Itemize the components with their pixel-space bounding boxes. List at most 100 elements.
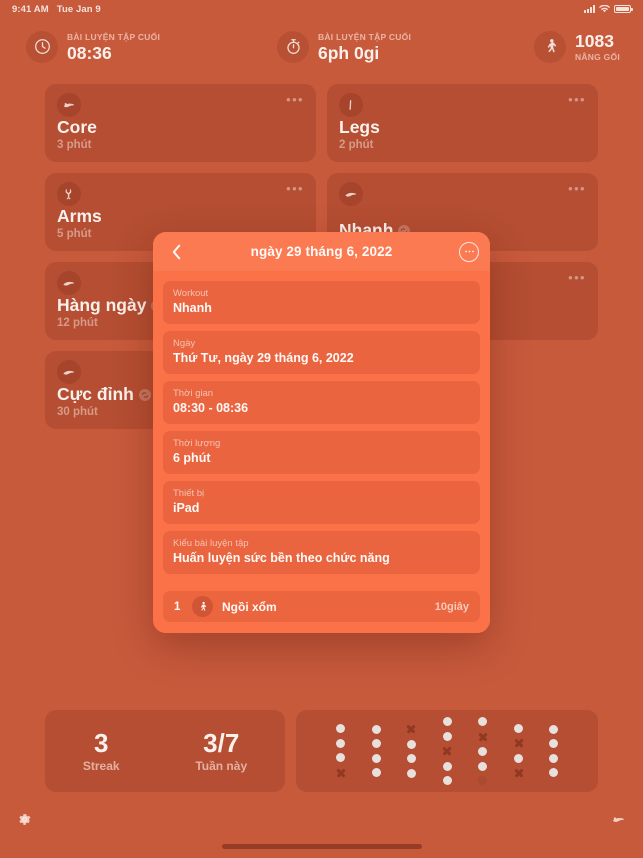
card-title-text: Legs [339, 117, 380, 137]
modal-field-label: Thời gian [173, 388, 214, 399]
activity-grid-column [478, 717, 488, 785]
activity-miss-icon [336, 768, 346, 778]
card-title: Legs [339, 117, 586, 138]
signal-bars-icon [584, 5, 595, 13]
clock-icon [26, 30, 58, 63]
modal-field[interactable]: Ngày Thứ Tư, ngày 29 tháng 6, 2022 [163, 331, 480, 374]
modal-field-value: Thứ Tư, ngày 29 tháng 6, 2022 [173, 351, 354, 365]
activity-grid-column [406, 724, 416, 778]
card-title: Core [57, 117, 304, 138]
activity-dot [549, 753, 559, 763]
activity-miss-icon [514, 738, 524, 748]
card-more-button[interactable]: ••• [568, 93, 586, 106]
activity-grid-column [371, 724, 381, 778]
card-top: ••• [339, 182, 586, 206]
modal-field[interactable]: Workout Nhanh [163, 281, 480, 324]
activity-dot [549, 724, 559, 734]
streak-count-label: Streak [82, 759, 120, 773]
activity-miss-icon [514, 768, 524, 778]
modal-field-label: Thiết bị [173, 488, 205, 499]
modal-field[interactable]: Thiết bị iPad [163, 481, 480, 524]
stat-value: 08:36 [67, 42, 112, 63]
workout-card-core[interactable]: ••• Core 3 phút [45, 84, 316, 162]
streak-count-group: 3 Streak [83, 728, 120, 774]
card-bottom: Core 3 phút [57, 117, 304, 153]
activity-grid-column [549, 724, 559, 778]
home-indicator[interactable] [221, 844, 422, 849]
core-icon[interactable] [611, 812, 626, 832]
activity-dot [371, 724, 381, 734]
activity-miss-icon [406, 724, 416, 734]
squat-icon [192, 596, 213, 617]
repeat-badge-icon [138, 388, 151, 401]
activity-dot [442, 717, 452, 726]
top-stats-bar: BÀI LUYỆN TẬP CUỐI 08:36 BÀI LUYỆN TẬP C… [0, 18, 643, 75]
streak-count: 3 [93, 728, 109, 758]
activity-dot [371, 768, 381, 778]
stat-high-knees[interactable]: 1083 NÂNG GỐI [534, 30, 620, 63]
week-count-group: 3/7 Tuần này [195, 728, 247, 774]
ellipsis-circle-icon[interactable] [459, 241, 479, 262]
workout-card-legs[interactable]: ••• Legs 2 phút [327, 84, 598, 162]
week-count: 3/7 [203, 728, 240, 758]
exercise-index: 1 [174, 600, 181, 613]
activity-dot [371, 739, 381, 749]
stat-text: BÀI LUYỆN TẬP CUỐI 08:36 [67, 31, 160, 63]
exercise-row[interactable]: 1 Ngồi xổm 10giây [163, 591, 480, 622]
status-time: 9:41 AM [12, 3, 49, 15]
stat-label: BÀI LUYỆN TẬP CUỐI [318, 31, 412, 42]
card-more-button[interactable]: ••• [286, 182, 304, 195]
status-date: Tue Jan 9 [56, 3, 101, 15]
activity-miss-icon [442, 746, 452, 756]
activity-dot [336, 753, 346, 763]
card-top: ••• [57, 93, 304, 117]
modal-field-value: Huấn luyện sức bền theo chức năng [173, 551, 390, 565]
activity-dot [442, 761, 452, 771]
activity-dot [549, 739, 559, 749]
activity-dot [478, 747, 488, 756]
workout-detail-modal: ngày 29 tháng 6, 2022 Workout Nhanh Ngày Th… [153, 232, 490, 633]
modal-field[interactable]: Thời gian 08:30 - 08:36 [163, 381, 480, 424]
modal-field-label: Thời lượng [173, 438, 221, 449]
back-button[interactable] [163, 232, 189, 271]
activity-miss-icon [478, 732, 488, 742]
stat-value: 1083 [575, 30, 614, 51]
activity-grid-column [514, 723, 524, 779]
activity-grid[interactable] [296, 710, 598, 792]
peak-icon [57, 360, 81, 384]
stopwatch-icon [277, 30, 309, 63]
modal-field[interactable]: Thời lượng 6 phút [163, 431, 480, 474]
card-more-button[interactable]: ••• [286, 93, 304, 106]
activity-dot [549, 768, 559, 778]
activity-dot [514, 753, 523, 763]
card-more-button[interactable]: ••• [568, 271, 586, 284]
activity-grid-column [442, 717, 452, 785]
status-bar-right [584, 5, 633, 13]
card-duration: 3 phút [57, 139, 92, 151]
stat-last-workout-time[interactable]: BÀI LUYỆN TẬP CUỐI 08:36 [26, 30, 160, 63]
activity-dot [442, 731, 452, 741]
wifi-icon [599, 5, 610, 13]
activity-dot [336, 738, 346, 748]
card-bottom: Legs 2 phút [339, 117, 586, 153]
streak-box[interactable]: 3 Streak 3/7 Tuần này [45, 710, 285, 792]
bottom-stats: 3 Streak 3/7 Tuần này [45, 710, 598, 792]
exercise-duration: 10giây [434, 600, 469, 613]
activity-dot [406, 754, 416, 764]
activity-dot [514, 723, 523, 733]
activity-dot-faint [478, 776, 488, 785]
arms-icon [57, 182, 81, 206]
settings-button[interactable] [17, 812, 32, 832]
stat-last-workout-duration[interactable]: BÀI LUYỆN TẬP CUỐI 6ph 0gi [277, 30, 412, 63]
card-more-button[interactable]: ••• [568, 182, 586, 195]
card-duration: 2 phút [339, 139, 374, 151]
modal-field-value: iPad [173, 501, 200, 515]
modal-fields: Workout Nhanh Ngày Thứ Tư, ngày 29 tháng 6,… [153, 271, 490, 574]
exercise-name: Ngồi xổm [222, 599, 277, 614]
stat-label: BÀI LUYỆN TẬP CUỐI [67, 31, 161, 42]
activity-dot [406, 768, 416, 778]
core-icon [57, 93, 81, 117]
activity-dot [478, 761, 488, 771]
modal-field-label: Kiểu bài luyện tập [173, 538, 249, 549]
modal-field[interactable]: Kiểu bài luyện tập Huấn luyện sức bền the… [163, 531, 480, 574]
